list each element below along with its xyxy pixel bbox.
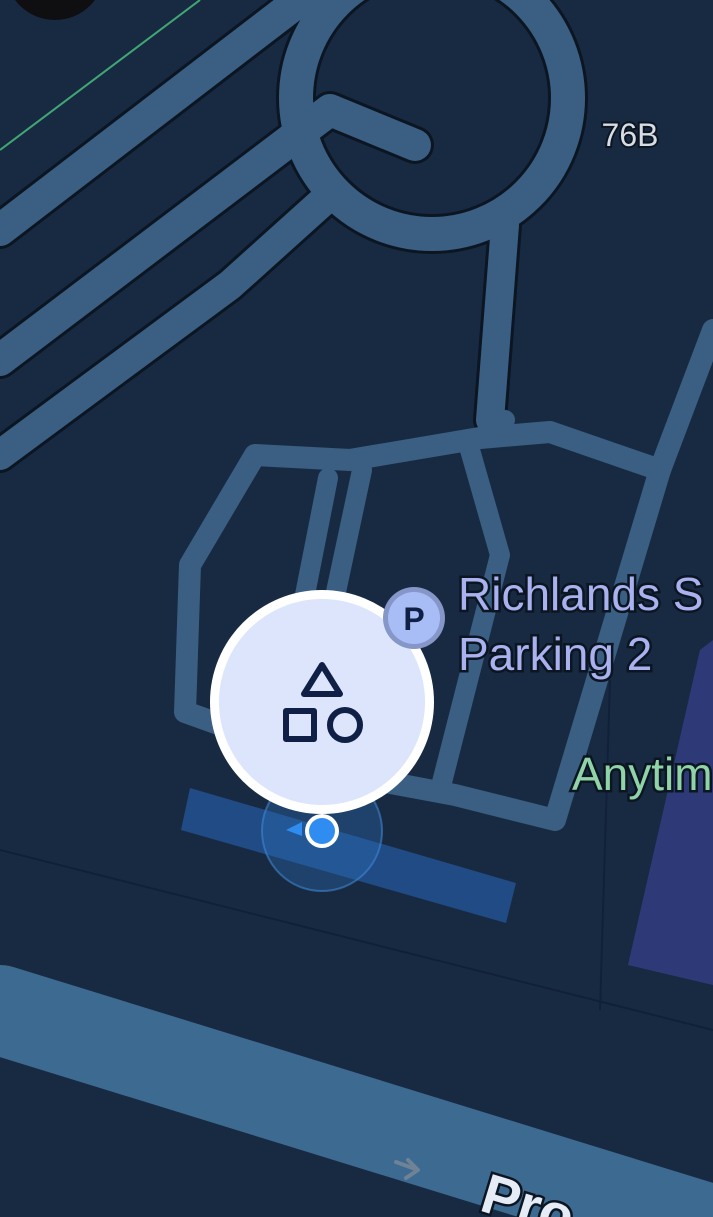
map-canvas[interactable]: P 76B Richlands S Parking 2 Anytim Pro (0, 0, 713, 1217)
address-label: 76B (602, 117, 659, 153)
parking-icon-letter: P (403, 601, 424, 637)
road-roundabout-south (476, 211, 519, 434)
business-label[interactable]: Anytim (570, 746, 713, 803)
parking-name-line2[interactable]: Parking 2 (456, 626, 655, 683)
parking-name-line1[interactable]: Richlands S (456, 566, 706, 623)
parking-poi[interactable]: P (383, 587, 445, 649)
